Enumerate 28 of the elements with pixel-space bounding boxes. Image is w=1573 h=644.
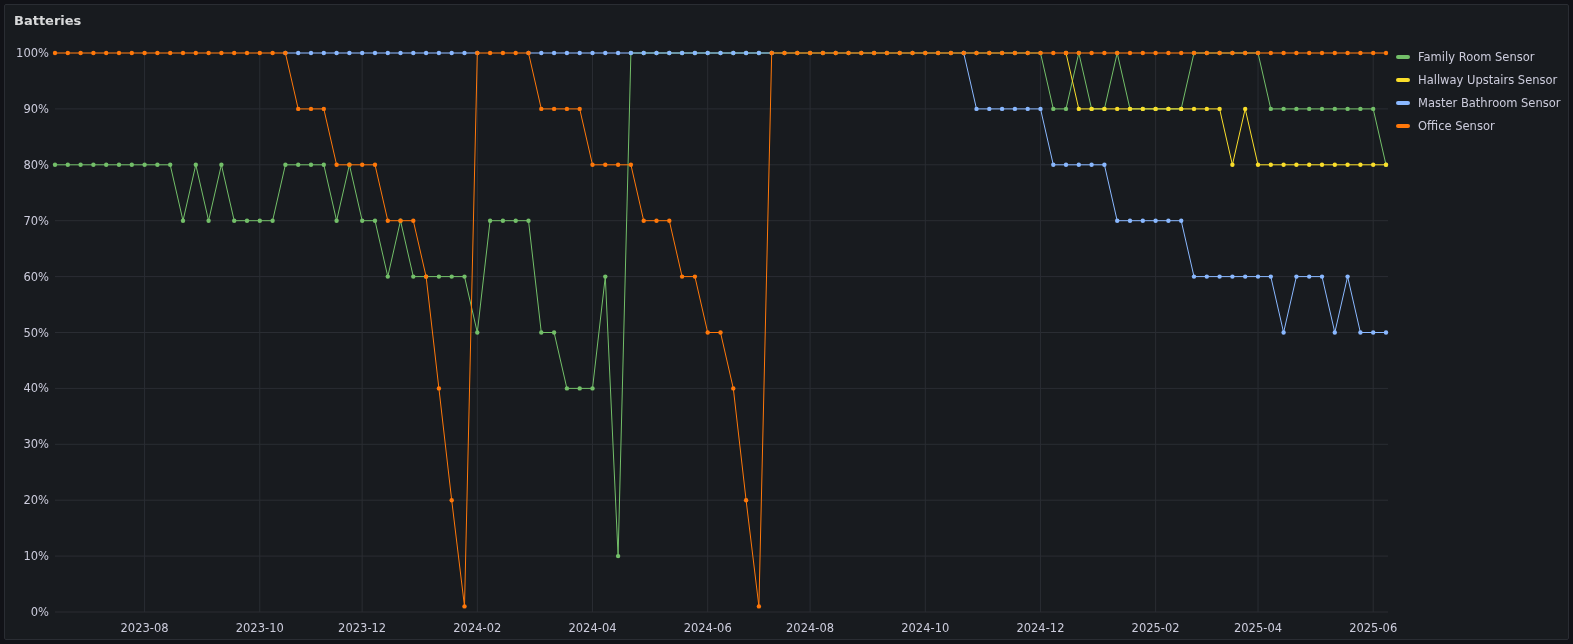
axis-label: 80% (23, 157, 49, 172)
axis-label: 30% (23, 437, 49, 452)
axis-label: 2024-10 (901, 621, 950, 635)
axis-label: 100% (16, 46, 49, 60)
axis-label: 70% (23, 213, 49, 228)
axis-label: 2025-02 (1131, 621, 1180, 635)
legend-label[interactable]: Hallway Upstairs Sensor (1418, 72, 1558, 88)
axis-label: 2023-08 (120, 621, 169, 635)
axis-label: 2024-08 (786, 621, 835, 635)
axis-label: 10% (23, 549, 49, 564)
panel-title: Batteries (13, 12, 82, 30)
axis-label: 2024-02 (453, 621, 502, 635)
axis-label: 2025-04 (1234, 621, 1283, 635)
axis-label: 2023-10 (235, 621, 284, 635)
axis-label: 90% (23, 101, 49, 116)
axis-label: 2024-04 (568, 621, 617, 635)
axis-label: 0% (30, 605, 49, 619)
legend-label[interactable]: Office Sensor (1418, 118, 1495, 134)
axis-label: 2024-06 (683, 621, 732, 635)
axis-label: 2025-06 (1349, 621, 1398, 635)
legend-label[interactable]: Master Bathroom Sensor (1418, 95, 1561, 111)
axis-label: 2023-12 (338, 621, 387, 635)
legend-label[interactable]: Family Room Sensor (1418, 49, 1535, 65)
axis-label: 2024-12 (1016, 621, 1065, 635)
axis-label: 20% (23, 493, 49, 508)
axis-label: 60% (23, 269, 49, 284)
axis-label: 40% (23, 381, 49, 396)
axis-label: 50% (23, 325, 49, 340)
